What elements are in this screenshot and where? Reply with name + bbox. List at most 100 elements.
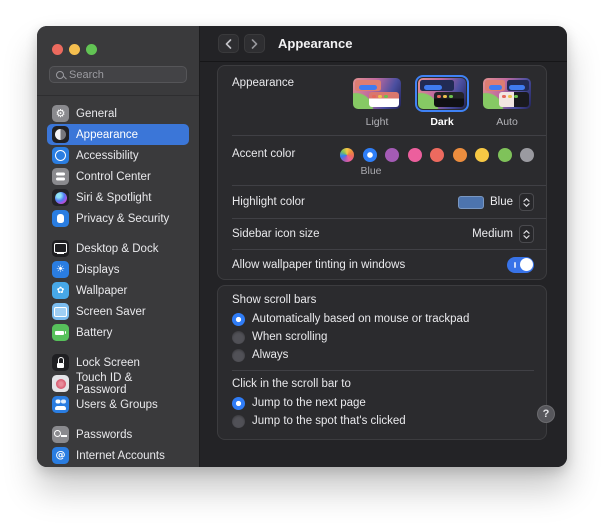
appearance-option-label: Dark bbox=[430, 116, 453, 128]
accent-multicolor-swatch[interactable] bbox=[340, 148, 354, 162]
auto-mode-thumbnail bbox=[483, 78, 531, 109]
sidebar-item-internet-accounts[interactable]: @ Internet Accounts bbox=[47, 445, 189, 466]
accent-green-swatch[interactable] bbox=[498, 148, 512, 162]
sidebar-item-label: Screen Saver bbox=[76, 306, 146, 318]
sidebar-item-privacy-security[interactable]: Privacy & Security bbox=[47, 208, 189, 229]
light-mode-thumbnail bbox=[353, 78, 401, 109]
accent-purple-swatch[interactable] bbox=[385, 148, 399, 162]
close-button[interactable] bbox=[52, 44, 63, 55]
wallpaper-tinting-row: Allow wallpaper tinting in windows bbox=[218, 250, 546, 279]
radio-row-jump-next-page[interactable]: Jump to the next page bbox=[232, 395, 534, 411]
sidebar-item-users-groups[interactable]: Users & Groups bbox=[47, 394, 189, 415]
radio-selected-icon[interactable] bbox=[232, 397, 245, 410]
sidebar-item-label: Accessibility bbox=[76, 150, 139, 162]
users-two-people-icon bbox=[52, 396, 69, 413]
radio-label: Jump to the next page bbox=[252, 397, 366, 409]
wallpaper-flower-icon: ✿ bbox=[52, 282, 69, 299]
content-header: Appearance bbox=[200, 26, 567, 62]
sidebar-item-label: Users & Groups bbox=[76, 399, 158, 411]
zoom-button[interactable] bbox=[86, 44, 97, 55]
highlight-color-swatch bbox=[458, 196, 484, 209]
sidebar-icon-size-stepper[interactable] bbox=[519, 225, 534, 243]
appearance-option-light[interactable]: Light bbox=[350, 75, 404, 128]
chevron-down-icon bbox=[523, 235, 530, 239]
sidebar-icon-size-row: Sidebar icon size Medium bbox=[218, 219, 546, 249]
sidebar-item-lock-screen[interactable]: Lock Screen bbox=[47, 352, 189, 373]
sidebar-item-passwords[interactable]: Passwords bbox=[47, 424, 189, 445]
radio-label: Always bbox=[252, 349, 288, 361]
appearance-option-dark[interactable]: Dark bbox=[415, 75, 469, 128]
control-center-icon bbox=[52, 168, 69, 185]
radio-label: When scrolling bbox=[252, 331, 327, 343]
show-scroll-bars-title: Show scroll bars bbox=[232, 294, 534, 306]
chevron-down-icon bbox=[523, 203, 530, 207]
radio-label: Jump to the spot that's clicked bbox=[252, 415, 406, 427]
displays-sun-icon: ☀ bbox=[52, 261, 69, 278]
radio-row-always[interactable]: Always bbox=[232, 347, 534, 363]
desktop-dock-icon bbox=[52, 240, 69, 257]
screen-saver-icon bbox=[52, 303, 69, 320]
page-title: Appearance bbox=[278, 36, 352, 51]
highlight-color-stepper[interactable] bbox=[519, 193, 534, 211]
sidebar-item-label: Siri & Spotlight bbox=[76, 192, 151, 204]
sidebar-item-touch-id[interactable]: Touch ID & Password bbox=[47, 373, 189, 394]
content-pane: Appearance Appearance Ligh bbox=[200, 26, 567, 467]
sidebar-item-appearance[interactable]: Appearance bbox=[47, 124, 189, 145]
chevron-up-icon bbox=[523, 230, 530, 234]
dark-mode-thumbnail bbox=[418, 78, 466, 109]
radio-unselected-icon[interactable] bbox=[232, 415, 245, 428]
highlight-color-label: Highlight color bbox=[232, 196, 458, 208]
appearance-option-auto[interactable]: Auto bbox=[480, 75, 534, 128]
search-field[interactable] bbox=[49, 66, 187, 83]
sidebar-item-displays[interactable]: ☀ Displays bbox=[47, 259, 189, 280]
search-input[interactable] bbox=[69, 69, 180, 81]
sidebar-item-wallpaper[interactable]: ✿ Wallpaper bbox=[47, 280, 189, 301]
sidebar-item-label: Desktop & Dock bbox=[76, 243, 158, 255]
internet-at-sign-icon: @ bbox=[52, 447, 69, 464]
radio-unselected-icon[interactable] bbox=[232, 349, 245, 362]
wallpaper-tinting-toggle[interactable] bbox=[507, 257, 534, 273]
accent-yellow-swatch[interactable] bbox=[475, 148, 489, 162]
accent-blue-swatch[interactable] bbox=[363, 148, 377, 162]
accent-color-label: Accent color bbox=[232, 148, 340, 177]
sidebar-item-label: Appearance bbox=[76, 129, 138, 141]
radio-unselected-icon[interactable] bbox=[232, 331, 245, 344]
sidebar-item-general[interactable]: ⚙ General bbox=[47, 103, 189, 124]
sidebar-item-battery[interactable]: Battery bbox=[47, 322, 189, 343]
radio-selected-icon[interactable] bbox=[232, 313, 245, 326]
radio-row-when-scrolling[interactable]: When scrolling bbox=[232, 329, 534, 345]
accessibility-icon bbox=[52, 147, 69, 164]
accent-color-row: Accent color bbox=[218, 136, 546, 185]
chevron-up-icon bbox=[523, 198, 530, 202]
gear-icon: ⚙ bbox=[52, 105, 69, 122]
accent-pink-swatch[interactable] bbox=[408, 148, 422, 162]
sidebar: ⚙ General Appearance Accessibility Contr… bbox=[37, 26, 200, 467]
sidebar-item-screen-saver[interactable]: Screen Saver bbox=[47, 301, 189, 322]
appearance-options: Light Dark bbox=[350, 75, 534, 128]
appearance-option-label: Light bbox=[366, 116, 389, 128]
toggle-knob bbox=[520, 258, 533, 271]
appearance-option-label: Auto bbox=[496, 116, 518, 128]
accent-graphite-swatch[interactable] bbox=[520, 148, 534, 162]
appearance-row: Appearance Light bbox=[218, 66, 546, 135]
accent-red-swatch[interactable] bbox=[430, 148, 444, 162]
forward-button[interactable] bbox=[244, 34, 265, 53]
sidebar-item-desktop-dock[interactable]: Desktop & Dock bbox=[47, 238, 189, 259]
radio-row-jump-to-spot[interactable]: Jump to the spot that's clicked bbox=[232, 413, 534, 429]
sidebar-item-accessibility[interactable]: Accessibility bbox=[47, 145, 189, 166]
radio-row-automatically[interactable]: Automatically based on mouse or trackpad bbox=[232, 311, 534, 327]
sidebar-item-siri-spotlight[interactable]: Siri & Spotlight bbox=[47, 187, 189, 208]
window-controls bbox=[37, 26, 199, 55]
help-button[interactable]: ? bbox=[537, 405, 555, 423]
appearance-contrast-icon bbox=[52, 126, 69, 143]
radio-label: Automatically based on mouse or trackpad bbox=[252, 313, 469, 325]
touch-id-fingerprint-icon bbox=[52, 375, 69, 392]
back-button[interactable] bbox=[218, 34, 239, 53]
accent-orange-swatch[interactable] bbox=[453, 148, 467, 162]
sidebar-item-label: General bbox=[76, 108, 117, 120]
help-question-icon: ? bbox=[543, 408, 550, 420]
sidebar-item-label: Internet Accounts bbox=[76, 450, 165, 462]
sidebar-item-control-center[interactable]: Control Center bbox=[47, 166, 189, 187]
minimize-button[interactable] bbox=[69, 44, 80, 55]
search-icon bbox=[56, 71, 64, 79]
